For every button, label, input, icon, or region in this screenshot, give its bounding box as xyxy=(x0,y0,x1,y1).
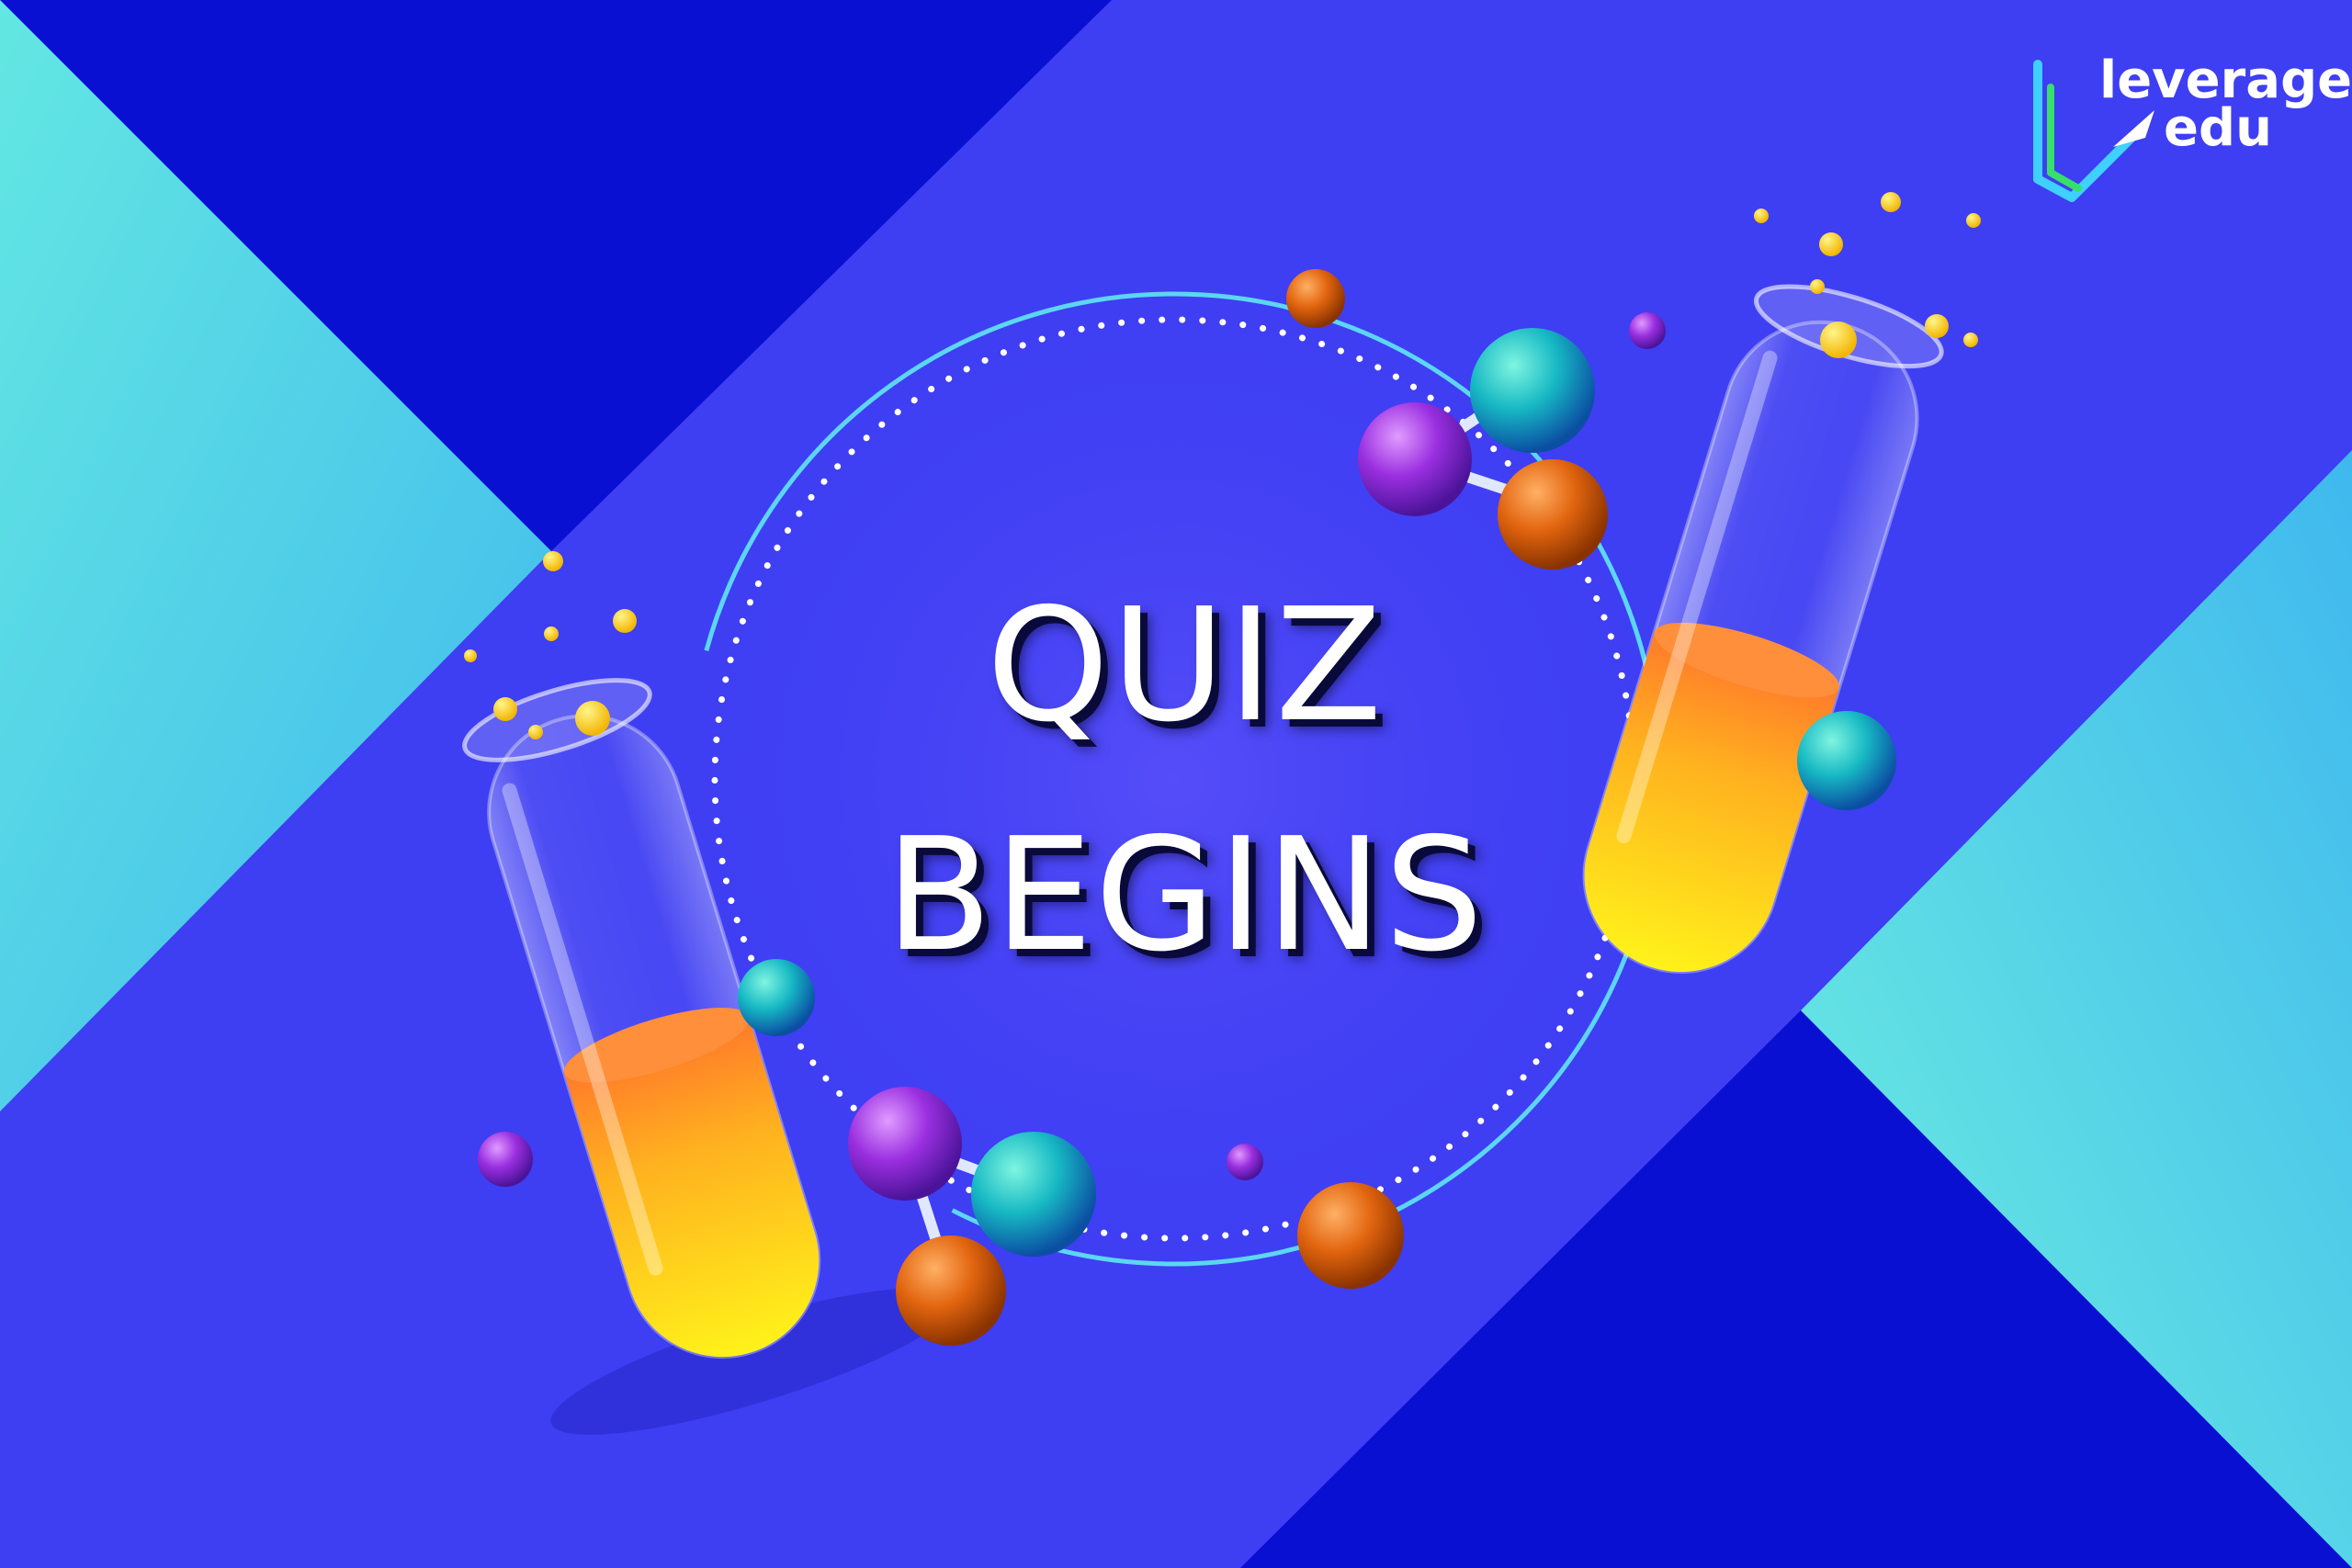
logo-text-edu: edu xyxy=(2164,98,2272,158)
leverage-edu-logo: leverage edu xyxy=(2026,55,2352,211)
title-line-quiz: QUIZ xyxy=(986,575,1385,757)
title-line-begins: BEGINS xyxy=(885,805,1486,987)
quiz-title: QUIZ BEGINS xyxy=(772,551,1599,1010)
